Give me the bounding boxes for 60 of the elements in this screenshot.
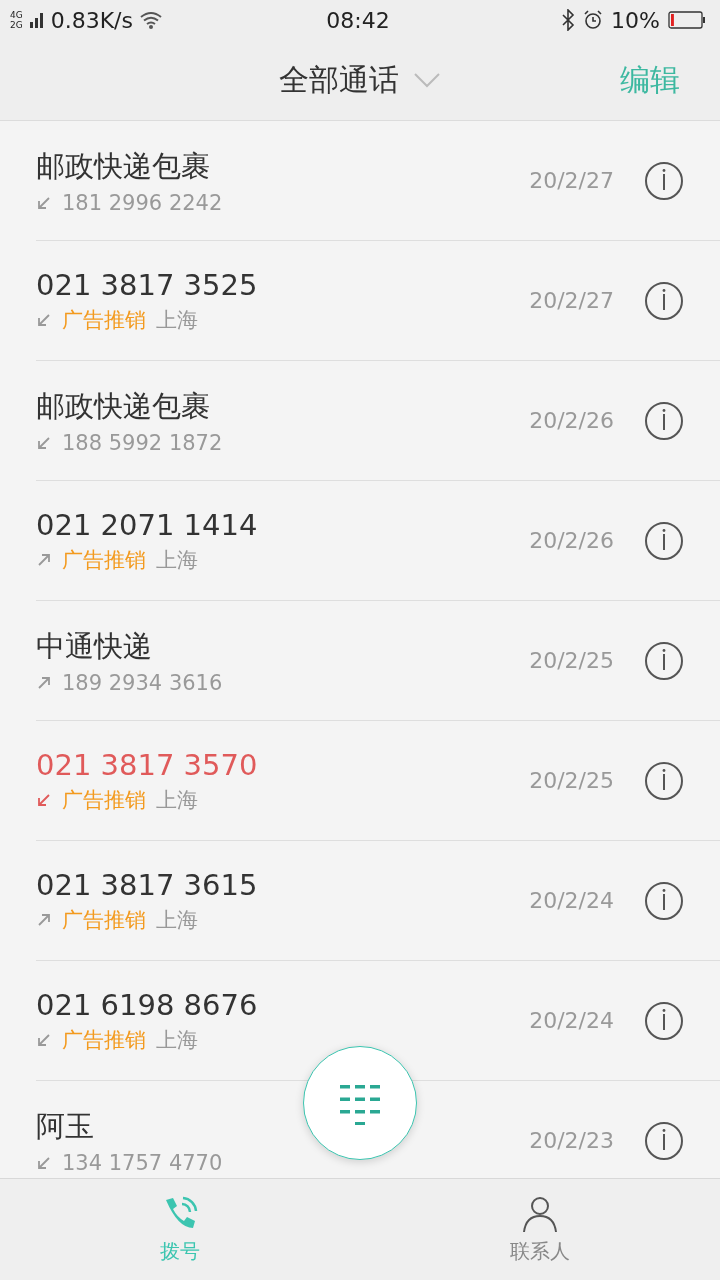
dialpad-button[interactable] (303, 1046, 417, 1160)
caller-name: 021 3817 3525 (36, 267, 259, 302)
caller-name: 021 3817 3570 (36, 747, 259, 782)
call-date: 20/2/26 (529, 408, 614, 433)
info-icon[interactable] (644, 160, 684, 201)
phone-number: 188 5992 1872 (62, 430, 223, 455)
caller-location: 上海 (156, 306, 198, 334)
call-log-row[interactable]: 中通快递 189 2934 3616 20/2/25 (36, 601, 720, 721)
info-icon[interactable] (644, 280, 684, 321)
call-log-row[interactable]: 邮政快递包裹 188 5992 1872 20/2/26 (36, 361, 720, 481)
header-title[interactable]: 全部通话 (279, 59, 399, 101)
caller-name: 阿玉 (36, 1107, 95, 1145)
wifi-icon (139, 11, 163, 29)
caller-name: 邮政快递包裹 (36, 387, 211, 425)
network-type: 2G (10, 20, 23, 30)
battery-icon (668, 11, 706, 29)
spam-tag: 广告推销 (62, 1025, 146, 1054)
info-icon[interactable] (644, 520, 684, 561)
call-date: 20/2/23 (529, 1128, 614, 1153)
info-icon[interactable] (644, 880, 684, 921)
battery-percent: 10% (611, 7, 660, 33)
info-icon[interactable] (644, 640, 684, 681)
info-icon[interactable] (644, 760, 684, 801)
call-date: 20/2/24 (529, 888, 614, 913)
caller-name: 021 3817 3615 (36, 867, 259, 902)
person-icon (520, 1194, 560, 1234)
call-date: 20/2/25 (529, 768, 614, 793)
caller-location: 上海 (156, 786, 198, 814)
phone-number: 181 2996 2242 (62, 190, 223, 215)
spam-tag: 广告推销 (62, 545, 146, 574)
call-log-row[interactable]: 021 3817 3525 广告推销 上海 20/2/27 (36, 241, 720, 361)
caller-name: 021 6198 8676 (36, 987, 259, 1022)
call-log-row[interactable]: 邮政快递包裹 181 2996 2242 20/2/27 (36, 121, 720, 241)
caller-location: 上海 (156, 906, 198, 934)
spam-tag: 广告推销 (62, 305, 146, 334)
caller-location: 上海 (156, 546, 198, 574)
call-date: 20/2/25 (529, 648, 614, 673)
call-date: 20/2/27 (529, 168, 614, 193)
caller-name: 邮政快递包裹 (36, 147, 211, 185)
info-icon[interactable] (644, 1120, 684, 1161)
caller-location: 上海 (156, 1026, 198, 1054)
signal-icon (28, 10, 45, 30)
call-date: 20/2/24 (529, 1008, 614, 1033)
bluetooth-icon (561, 9, 576, 31)
spam-tag: 广告推销 (62, 785, 146, 814)
call-date: 20/2/26 (529, 528, 614, 553)
call-log-row[interactable]: 021 2071 1414 广告推销 上海 20/2/26 (36, 481, 720, 601)
info-icon[interactable] (644, 1000, 684, 1041)
clock-time: 08:42 (326, 7, 390, 33)
call-date: 20/2/27 (529, 288, 614, 313)
phone-number: 134 1757 4770 (62, 1150, 223, 1175)
network-speed: 0.83K/s (50, 7, 133, 33)
spam-tag: 广告推销 (62, 905, 146, 934)
info-icon[interactable] (644, 400, 684, 441)
caller-name: 021 2071 1414 (36, 507, 259, 542)
caller-name: 中通快递 (36, 627, 153, 665)
alarm-icon (583, 10, 604, 30)
phone-number: 189 2934 3616 (62, 670, 223, 695)
network-type: 4G (10, 10, 23, 20)
call-log-row[interactable]: 021 3817 3615 广告推销 上海 20/2/24 (36, 841, 720, 961)
